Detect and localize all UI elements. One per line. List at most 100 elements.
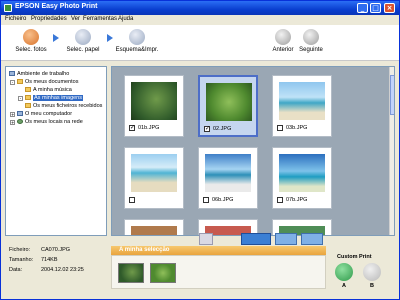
select-paper-label: Selec. papel — [66, 47, 100, 53]
size-value: 714KB — [41, 257, 58, 263]
folder-icon — [17, 79, 23, 85]
menu-ver[interactable]: Ver — [71, 16, 80, 22]
photo-thumbnail[interactable]: ✓ 02.JPG — [198, 75, 258, 137]
computer-icon — [17, 111, 23, 117]
tree-item-my-music[interactable]: A minha música — [25, 86, 72, 94]
tree-item-label: Os meus ficheiros recebidos — [33, 103, 103, 109]
size-label: Tamanho: — [9, 257, 34, 263]
photo-filename: 07b.JPG — [286, 197, 308, 203]
tree-item-label: A minha música — [33, 87, 72, 93]
view-layout-icon[interactable] — [275, 233, 297, 245]
expander-icon[interactable]: + — [10, 120, 15, 125]
expander-icon[interactable]: - — [18, 96, 23, 101]
select-photos-label: Selec. fotos — [15, 47, 47, 53]
date-value: 2004.12.02 23:25 — [41, 267, 84, 273]
folder-tree: Ambiente de trabalho - Os meus documento… — [5, 66, 107, 236]
folder-icon — [25, 87, 31, 93]
photo-image — [131, 226, 177, 235]
tree-item-my-computer[interactable]: O meu computador — [17, 110, 72, 118]
close-button[interactable]: × — [384, 3, 395, 13]
tree-item-received-files[interactable]: Os meus ficheiros recebidos — [25, 102, 102, 110]
photo-checkbox[interactable] — [277, 125, 283, 131]
select-paper-icon — [75, 29, 91, 45]
tree-item-label: Os meus locais na rede — [25, 119, 83, 125]
next-button[interactable]: Seguinte — [283, 27, 339, 59]
folder-icon — [25, 95, 31, 101]
photo-image — [131, 82, 177, 120]
photo-gallery: ✓ 01b.JPG ✓ 02.JPG 03b.JPG 06b.JPG 07b.J… — [111, 66, 395, 236]
view-print-icon[interactable] — [199, 233, 213, 245]
custom-print-b-label: B — [370, 283, 374, 289]
file-value: CA070.JPG — [41, 247, 71, 253]
photo-checkbox[interactable] — [277, 197, 283, 203]
photo-thumbnail[interactable] — [124, 219, 184, 235]
file-label: Ficheiro: — [9, 247, 31, 253]
next-label: Seguinte — [299, 47, 323, 53]
menu-propriedades[interactable]: Propriedades — [31, 16, 67, 22]
layout-print-icon — [129, 29, 145, 45]
photo-thumbnail[interactable]: 07b.JPG — [272, 147, 332, 209]
title-bar: EPSON Easy Photo Print _ □ × — [1, 1, 399, 15]
date-label: Data: — [9, 267, 23, 273]
tree-item-desktop[interactable]: Ambiente de trabalho — [9, 70, 69, 78]
toolbar: Selec. fotos Selec. papel Esquema&Impr. … — [1, 25, 399, 61]
photo-checkbox[interactable] — [129, 197, 135, 203]
photo-thumbnail[interactable]: 06b.JPG — [198, 147, 258, 209]
photo-thumbnail[interactable]: 03b.JPG — [272, 75, 332, 137]
photo-checkbox[interactable]: ✓ — [204, 126, 210, 132]
selected-photo-thumbnail[interactable] — [150, 263, 176, 283]
next-icon — [303, 29, 319, 45]
photo-image — [279, 82, 325, 120]
tree-item-my-documents[interactable]: Os meus documentos — [17, 78, 79, 86]
selected-photo-thumbnail[interactable] — [118, 263, 144, 283]
network-icon — [17, 119, 23, 125]
view-paper-icon[interactable] — [241, 233, 271, 245]
main-content: Ambiente de trabalho - Os meus documento… — [1, 62, 399, 240]
menu-bar: Ficheiro Propriedades Ver Ferramentas Aj… — [1, 15, 399, 25]
tree-item-label: As minhas imagens — [33, 95, 83, 101]
custom-print-a-button[interactable] — [335, 263, 353, 281]
menu-ajuda[interactable]: Ajuda — [118, 16, 133, 22]
photo-checkbox[interactable]: ✓ — [129, 125, 135, 131]
select-paper-button[interactable]: Selec. papel — [55, 27, 111, 59]
view-zoom-icon[interactable] — [301, 233, 323, 245]
custom-print-a-label: A — [342, 283, 346, 289]
layout-print-button[interactable]: Esquema&Impr. — [109, 27, 165, 59]
tree-item-label: Ambiente de trabalho — [17, 71, 70, 77]
app-window: EPSON Easy Photo Print _ □ × Ficheiro Pr… — [0, 0, 400, 300]
photo-image — [206, 83, 252, 121]
layout-print-label: Esquema&Impr. — [115, 47, 159, 53]
photo-thumbnail[interactable]: ✓ 01b.JPG — [124, 75, 184, 137]
expander-icon[interactable]: - — [10, 80, 15, 85]
photo-filename: 06b.JPG — [212, 197, 234, 203]
photo-thumbnail[interactable] — [124, 147, 184, 209]
photo-image — [205, 154, 251, 192]
photo-filename: 03b.JPG — [286, 125, 308, 131]
custom-print-title: Custom Print — [337, 254, 372, 260]
photo-image — [131, 154, 177, 192]
maximize-button[interactable]: □ — [370, 3, 381, 13]
photo-image — [279, 154, 325, 192]
my-selection-header: A minha selecção — [111, 246, 326, 255]
my-selection-area — [111, 255, 326, 289]
select-photos-icon — [23, 29, 39, 45]
folder-icon — [25, 103, 31, 109]
expander-icon[interactable]: + — [10, 112, 15, 117]
tree-item-label: O meu computador — [25, 111, 73, 117]
desktop-icon — [9, 71, 15, 77]
scrollbar-thumb[interactable] — [390, 75, 394, 115]
window-title: EPSON Easy Photo Print — [15, 3, 98, 10]
tree-item-my-pictures[interactable]: As minhas imagens — [25, 94, 83, 102]
photo-filename: 01b.JPG — [138, 125, 160, 131]
app-icon — [4, 4, 12, 12]
custom-print-b-button[interactable] — [363, 263, 381, 281]
photo-checkbox[interactable] — [203, 197, 209, 203]
select-photos-button[interactable]: Selec. fotos — [3, 27, 59, 59]
menu-ferramentas[interactable]: Ferramentas — [83, 16, 117, 22]
menu-ficheiro[interactable]: Ficheiro — [5, 16, 26, 22]
tree-item-label: Os meus documentos — [25, 79, 79, 85]
gallery-scrollbar[interactable] — [389, 67, 394, 235]
photo-filename: 02.JPG — [213, 126, 232, 132]
tree-item-network[interactable]: Os meus locais na rede — [17, 118, 83, 126]
minimize-button[interactable]: _ — [357, 3, 368, 13]
